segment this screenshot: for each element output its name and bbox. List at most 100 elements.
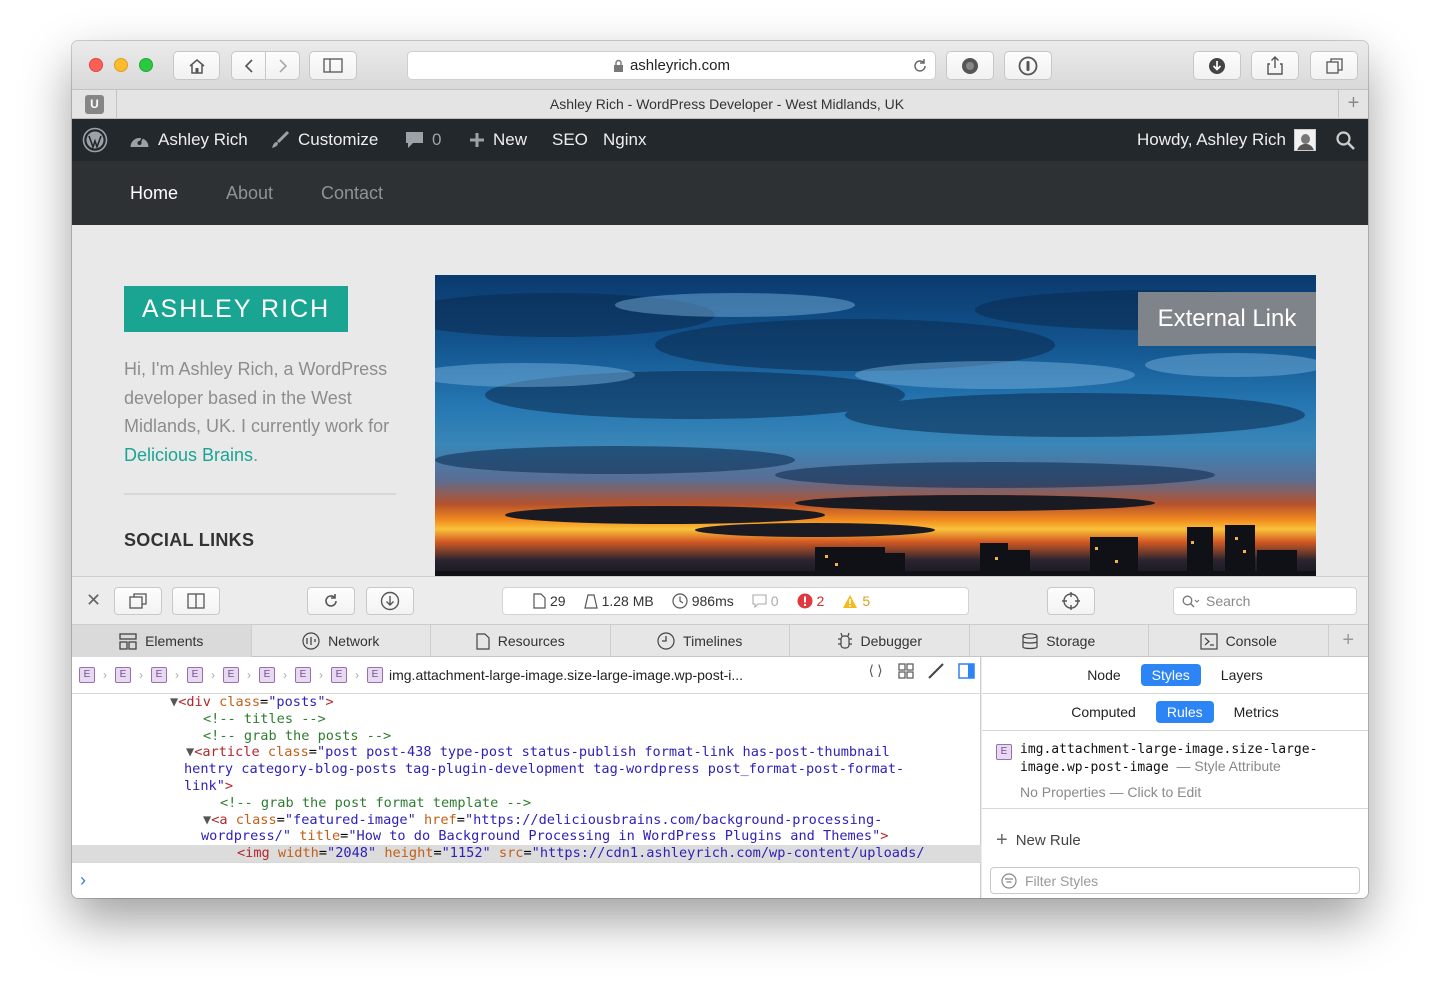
new-content-menu[interactable]: New bbox=[469, 119, 527, 161]
style-rule: E img.attachment-large-image.size-large-… bbox=[982, 731, 1368, 809]
devtools-search-field[interactable]: Search bbox=[1173, 587, 1357, 615]
extension-button[interactable] bbox=[946, 51, 994, 80]
zoom-window-button[interactable] bbox=[139, 58, 153, 72]
breadcrumb-node[interactable]: E bbox=[151, 667, 167, 683]
back-button[interactable] bbox=[231, 51, 266, 80]
tab-debugger[interactable]: Debugger bbox=[790, 625, 970, 657]
breadcrumb-current[interactable]: img.attachment-large-image.size-large-im… bbox=[389, 667, 743, 683]
add-tab-button[interactable]: + bbox=[1329, 625, 1369, 656]
tab-computed[interactable]: Computed bbox=[1069, 701, 1138, 723]
grid-layout-icon[interactable] bbox=[898, 663, 914, 679]
resource-count[interactable]: 29 bbox=[533, 593, 566, 609]
log-count[interactable]: 0 bbox=[752, 593, 779, 609]
admin-search-button[interactable] bbox=[1336, 119, 1355, 161]
breadcrumb-node[interactable]: E bbox=[331, 667, 347, 683]
comment-icon bbox=[406, 132, 423, 148]
forward-button[interactable] bbox=[265, 51, 300, 80]
close-window-button[interactable] bbox=[89, 58, 103, 72]
account-menu[interactable]: Howdy, Ashley Rich bbox=[1137, 119, 1316, 161]
featured-image[interactable]: External Link bbox=[435, 275, 1316, 576]
extension-badge[interactable]: U bbox=[85, 95, 104, 114]
warning-count[interactable]: 5 bbox=[842, 593, 870, 609]
minimize-window-button[interactable] bbox=[114, 58, 128, 72]
nav-about-link[interactable]: About bbox=[226, 161, 273, 225]
wordpress-logo-button[interactable] bbox=[82, 119, 108, 161]
seo-menu[interactable]: SEO bbox=[552, 119, 588, 161]
site-name-menu[interactable]: Ashley Rich bbox=[129, 119, 248, 161]
dom-node-continued[interactable]: link"> bbox=[72, 778, 981, 795]
delicious-brains-link[interactable]: Delicious Brains bbox=[124, 445, 253, 465]
breadcrumb-node[interactable]: E bbox=[187, 667, 203, 683]
dom-node-selected[interactable]: <img width="2048" height="1152" src="htt… bbox=[72, 845, 981, 862]
error-count[interactable]: 2 bbox=[797, 593, 824, 609]
dom-comment[interactable]: <!-- grab the posts --> bbox=[72, 728, 981, 745]
nav-home-link[interactable]: Home bbox=[130, 161, 178, 225]
breadcrumb-node-current-icon[interactable]: E bbox=[367, 667, 383, 683]
dom-comment[interactable]: <!-- grab the post format template --> bbox=[72, 795, 981, 812]
reload-icon[interactable] bbox=[911, 57, 929, 75]
breadcrumb-node[interactable]: E bbox=[115, 667, 131, 683]
tab-elements[interactable]: Elements bbox=[72, 625, 252, 657]
tab-console[interactable]: Console bbox=[1149, 625, 1329, 657]
search-icon bbox=[1182, 595, 1200, 608]
elements-icon bbox=[119, 632, 137, 650]
dom-node[interactable]: ▼<div class="posts"> bbox=[72, 694, 981, 711]
filter-styles-input[interactable]: Filter Styles bbox=[990, 867, 1360, 894]
customize-link[interactable]: Customize bbox=[270, 119, 378, 161]
reload-page-button[interactable] bbox=[307, 587, 355, 615]
home-button[interactable] bbox=[173, 51, 220, 80]
detach-devtools-button[interactable] bbox=[114, 587, 162, 615]
inspect-element-button[interactable] bbox=[1047, 587, 1095, 615]
share-button[interactable] bbox=[1251, 51, 1299, 80]
browser-window: ashleyrich.com U Ashley Rich - WordPress… bbox=[72, 41, 1368, 898]
breadcrumb-node[interactable]: E bbox=[259, 667, 275, 683]
dom-tree[interactable]: ▼<div class="posts"> <!-- titles --> <!-… bbox=[72, 694, 981, 862]
nginx-menu[interactable]: Nginx bbox=[603, 119, 646, 161]
load-time-value: 986ms bbox=[691, 593, 734, 609]
tab-node[interactable]: Node bbox=[1085, 664, 1122, 686]
tab-rules[interactable]: Rules bbox=[1155, 701, 1214, 723]
chevron-right-icon bbox=[278, 58, 287, 73]
new-tab-button[interactable]: + bbox=[1338, 90, 1368, 119]
dom-node-continued[interactable]: wordpress/" title="How to do Background … bbox=[72, 828, 981, 845]
breadcrumb-node[interactable]: E bbox=[223, 667, 239, 683]
breadcrumb-node[interactable]: E bbox=[79, 667, 95, 683]
dom-comment[interactable]: <!-- titles --> bbox=[72, 711, 981, 728]
external-link-badge[interactable]: External Link bbox=[1138, 292, 1316, 346]
site-brand[interactable]: ASHLEY RICH bbox=[124, 286, 348, 332]
tab-network[interactable]: Network bbox=[252, 625, 431, 657]
resources-icon bbox=[476, 632, 490, 650]
site-navigation: Home About Contact bbox=[72, 161, 1368, 225]
breadcrumb-node[interactable]: E bbox=[295, 667, 311, 683]
dom-node[interactable]: ▼<a class="featured-image" href="https:/… bbox=[72, 812, 981, 829]
quick-console-prompt[interactable]: › bbox=[72, 862, 981, 898]
close-devtools-icon[interactable]: ✕ bbox=[86, 590, 101, 611]
dock-side-button[interactable] bbox=[172, 587, 220, 615]
new-rule-button[interactable]: + New Rule bbox=[996, 829, 1081, 852]
tab-storage[interactable]: Storage bbox=[970, 625, 1149, 657]
pencil-icon[interactable] bbox=[928, 663, 944, 679]
social-links-heading: SOCIAL LINKS bbox=[124, 530, 255, 550]
tab-layers[interactable]: Layers bbox=[1219, 664, 1265, 686]
tab-timelines[interactable]: Timelines bbox=[611, 625, 790, 657]
active-tab-title[interactable]: Ashley Rich - WordPress Developer - West… bbox=[116, 90, 1338, 119]
tab-styles[interactable]: Styles bbox=[1140, 664, 1201, 686]
tab-resources[interactable]: Resources bbox=[431, 625, 611, 657]
address-bar[interactable]: ashleyrich.com bbox=[407, 51, 936, 80]
tabs-overview-button[interactable] bbox=[1310, 51, 1358, 80]
no-properties-placeholder[interactable]: No Properties — Click to Edit bbox=[1020, 784, 1201, 800]
password-manager-button[interactable] bbox=[1004, 51, 1052, 80]
downloads-button[interactable] bbox=[1193, 51, 1241, 80]
download-archive-button[interactable] bbox=[366, 587, 414, 615]
rule-selector[interactable]: img.attachment-large-image.size-large-im… bbox=[1020, 741, 1360, 776]
dom-node[interactable]: ▼<article class="post post-438 type-post… bbox=[72, 744, 981, 761]
transfer-size[interactable]: 1.28 MB bbox=[583, 593, 654, 609]
code-view-icon[interactable]: ⟨⟩ bbox=[867, 663, 884, 679]
tab-metrics[interactable]: Metrics bbox=[1232, 701, 1281, 723]
load-time[interactable]: 986ms bbox=[672, 593, 734, 609]
toggle-sidebar-icon[interactable] bbox=[958, 663, 975, 679]
comments-link[interactable]: 0 bbox=[405, 119, 441, 161]
dom-node-continued[interactable]: hentry category-blog-posts tag-plugin-de… bbox=[72, 761, 981, 778]
sidebar-toggle-button[interactable] bbox=[309, 51, 357, 80]
nav-contact-link[interactable]: Contact bbox=[321, 161, 383, 225]
